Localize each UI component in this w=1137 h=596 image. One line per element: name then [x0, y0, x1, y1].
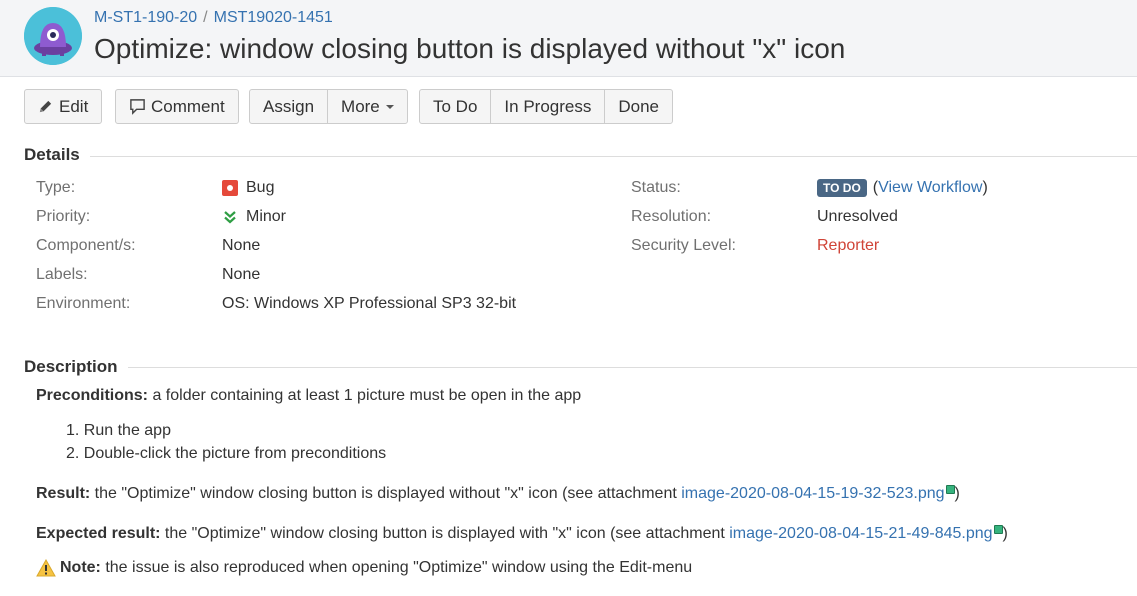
warning-icon [36, 559, 56, 577]
expected-result-paragraph: Expected result: the "Optimize" window c… [36, 525, 1008, 543]
image-attachment-icon [945, 485, 955, 494]
expected-result-text: the "Optimize" window closing button is … [160, 525, 730, 542]
result-attachment-link[interactable]: image-2020-08-04-15-19-32-523.png [681, 485, 944, 502]
type-value: Bug [222, 179, 274, 197]
comment-button-group: Comment [115, 89, 239, 124]
priority-value-text: Minor [246, 208, 287, 225]
components-value: None [222, 237, 261, 254]
comment-button-label: Comment [151, 97, 225, 116]
environment-label: Environment: [36, 295, 131, 312]
edit-button[interactable]: Edit [25, 90, 101, 123]
description-divider [24, 367, 1137, 368]
note-label: Note: [60, 559, 101, 577]
view-workflow-link[interactable]: View Workflow [878, 179, 982, 197]
chevron-down-icon [385, 104, 394, 109]
type-label: Type: [36, 179, 76, 196]
status-badge: TO DO [817, 179, 867, 197]
description-heading: Description [24, 357, 128, 377]
comment-button[interactable]: Comment [116, 90, 238, 123]
pencil-icon [39, 100, 52, 113]
expected-result-label: Expected result: [36, 525, 161, 542]
more-button-label: More [341, 97, 380, 116]
issue-title: Optimize: window closing button is displ… [94, 33, 846, 64]
resolution-label: Resolution: [631, 208, 712, 225]
steps-list-item: 2. Double-click the picture from precond… [66, 445, 387, 462]
preconditions-label: Preconditions: [36, 387, 149, 404]
labels-label: Labels: [36, 266, 88, 283]
breadcrumb-separator: / [203, 9, 208, 26]
environment-value: OS: Windows XP Professional SP3 32-bit [222, 295, 517, 312]
security-level-label: Security Level: [631, 237, 736, 254]
note-text: the issue is also reproduced when openin… [100, 559, 693, 577]
assign-button[interactable]: Assign [250, 90, 327, 123]
priority-value: Minor [222, 208, 286, 226]
image-attachment-icon [993, 525, 1003, 534]
assign-more-group: Assign More [249, 89, 408, 124]
type-value-text: Bug [246, 179, 275, 196]
bug-icon [222, 180, 238, 196]
to-do-button[interactable]: To Do [420, 90, 490, 123]
done-button[interactable]: Done [604, 90, 672, 123]
breadcrumb-issue-link[interactable]: MST19020-1451 [214, 9, 333, 26]
steps-list-item: 1. Run the app [66, 422, 171, 439]
details-divider [24, 156, 1137, 157]
edit-button-label: Edit [59, 97, 89, 116]
expected-attachment-link[interactable]: image-2020-08-04-15-21-49-845.png [729, 525, 992, 542]
priority-minor-icon [224, 211, 236, 224]
preconditions-paragraph: Preconditions: a folder containing at le… [36, 387, 581, 405]
result-paragraph: Result: the "Optimize" window closing bu… [36, 485, 960, 503]
step-2-text: Double-click the picture from preconditi… [83, 445, 387, 462]
breadcrumb: M-ST1-190-20 / MST19020-1451 [94, 9, 333, 27]
view-workflow-close-paren: ) [982, 179, 988, 196]
step-1-text: Run the app [83, 422, 171, 439]
expected-close-paren: ) [1002, 525, 1008, 542]
resolution-value: Unresolved [817, 208, 898, 225]
issue-header: M-ST1-190-20 / MST19020-1451 Optimize: win… [0, 0, 1137, 77]
result-label: Result: [36, 485, 91, 502]
status-value: TO DO (View Workflow) [817, 179, 988, 197]
more-button[interactable]: More [327, 90, 407, 123]
result-close-paren: ) [954, 485, 960, 502]
details-heading: Details [24, 145, 90, 165]
in-progress-button[interactable]: In Progress [490, 90, 604, 123]
security-level-value[interactable]: Reporter [817, 237, 879, 255]
preconditions-text: a folder containing at least 1 picture m… [148, 387, 582, 404]
labels-value: None [222, 266, 261, 283]
components-label: Component/s: [36, 237, 136, 254]
breadcrumb-project-link[interactable]: M-ST1-190-20 [94, 9, 197, 26]
priority-label: Priority: [36, 208, 91, 225]
note-paragraph: Note: the issue is also reproduced when … [36, 559, 692, 577]
result-text: the "Optimize" window closing button is … [90, 485, 682, 502]
workflow-transitions-group: To Do In Progress Done [419, 89, 673, 124]
comment-icon [130, 99, 145, 115]
status-label: Status: [631, 179, 681, 196]
edit-button-group: Edit [24, 89, 103, 124]
project-avatar-icon[interactable] [24, 7, 82, 65]
